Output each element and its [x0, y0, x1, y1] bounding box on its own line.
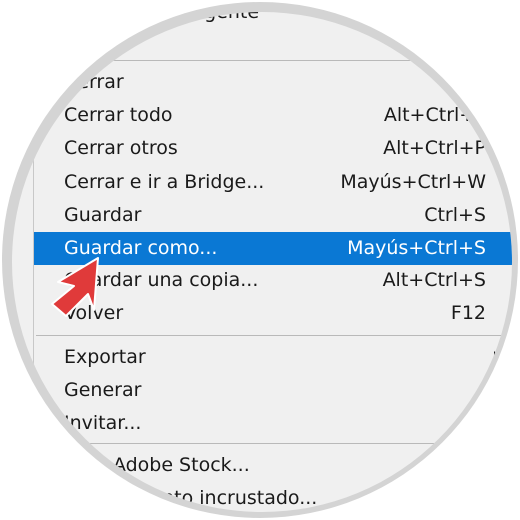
menu-item-recent[interactable]: Abrir recientes	[12, 25, 512, 58]
menu-item-label: Cerrar e ir a Bridge...	[64, 171, 265, 193]
menu-item-label: Exportar	[64, 346, 146, 368]
menu-item-label: Cerrar todo	[64, 104, 173, 126]
menu-item-save[interactable]: Guardar Ctrl+S	[12, 199, 512, 232]
menu-item-close-others[interactable]: Cerrar otros Alt+Ctrl+P	[12, 132, 512, 165]
menu-item-shortcut: Ctrl+S	[424, 204, 486, 226]
menu-separator	[36, 60, 512, 61]
menu-item-label: Buscar Adobe Stock...	[42, 454, 250, 476]
menu-item-close-bridge[interactable]: Cerrar e ir a Bridge... Mayús+Ctrl+W	[12, 166, 512, 199]
menu-item-shortcut: F12	[450, 302, 486, 324]
pointer-arrow-icon	[51, 257, 99, 317]
menu-separator	[36, 335, 512, 336]
menu-item-shortcut: Alt+Ctrl+S	[382, 269, 486, 291]
menu-item-label: Generar	[64, 379, 142, 401]
menu-item-label: Cerrar	[64, 71, 124, 93]
menu-item-shortcut: Alt+Ctrl+P	[383, 137, 486, 159]
menu-item-close-all[interactable]: Cerrar todo Alt+Ctrl+W	[12, 99, 512, 132]
menu-item-export[interactable]: Exportar	[12, 341, 512, 374]
menu-item-shortcut: Mayús+Ctrl+W	[340, 171, 486, 193]
menu-item-shortcut: Mayús+Ctrl+S	[347, 237, 486, 259]
menu-item-shortcut: Ctrl+W	[473, 71, 512, 93]
submenu-arrow-icon	[494, 351, 500, 363]
menu-item-label: Abrir recientes	[12, 30, 127, 52]
menu-item-close[interactable]: Cerrar Ctrl+W	[12, 66, 512, 99]
menu-item-generate[interactable]: Generar	[12, 374, 512, 407]
menu-item-adobe-stock[interactable]: Buscar Adobe Stock...	[12, 449, 512, 482]
menu-item-label: Colocar documento incrustado...	[12, 487, 318, 509]
menu-item-label: Cerrar otros	[64, 137, 178, 159]
menu-item-invite[interactable]: Invitar...	[12, 407, 512, 440]
menu-item-label: Invitar...	[64, 412, 142, 434]
menu-item-shortcut: Alt+Ctrl+W	[383, 104, 494, 126]
menu-separator	[36, 443, 512, 444]
menu-item-label: Guardar	[64, 204, 142, 226]
menu-item-place-embedded[interactable]: Colocar documento incrustado...	[12, 482, 512, 512]
